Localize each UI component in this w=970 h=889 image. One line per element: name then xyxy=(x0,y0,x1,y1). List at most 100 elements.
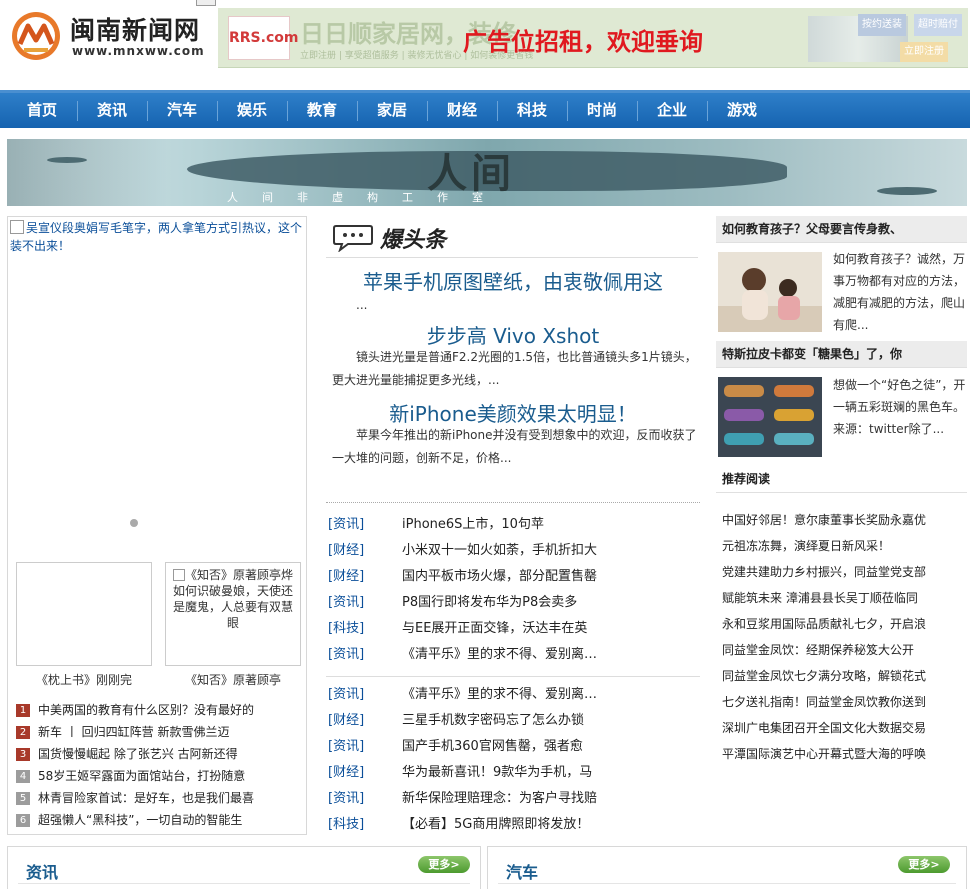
news-title[interactable]: 《清平乐》里的求不得、爱别离… xyxy=(402,647,597,662)
thumbnail-image[interactable]: 《知否》原著顾亭烨如何识破曼娘，天使还是魔鬼，人总要有双慧眼 xyxy=(165,562,301,666)
recommend-item[interactable]: 平潭国际演艺中心开幕式暨大海的呼唤 xyxy=(722,741,967,767)
ranking-item[interactable]: 4 58岁王姬罕露面为面馆站台，打扮随意 xyxy=(16,765,306,787)
news-item[interactable]: [资讯] 新华保险理赔理念：为客户寻找赔 xyxy=(328,786,700,812)
recommend-item[interactable]: 七夕送礼指南！同益堂金凤饮教你送到 xyxy=(722,689,967,715)
nav-item-fashion[interactable]: 时尚 xyxy=(567,93,637,128)
hero-fish-image xyxy=(877,187,937,195)
news-item[interactable]: [科技] 与EE展开正面交锋，沃达丰在英 xyxy=(328,616,700,642)
top-toggle[interactable] xyxy=(196,0,216,6)
news-item[interactable]: [资讯] iPhone6S上市，10句苹 xyxy=(328,512,700,538)
news-category[interactable]: [资讯] xyxy=(328,512,402,538)
headline-title[interactable]: 步步高 Vivo Xshot xyxy=(326,320,700,349)
nav-item-business[interactable]: 企业 xyxy=(637,93,707,128)
more-button[interactable]: 更多> xyxy=(418,856,470,873)
hero-banner[interactable]: 人间 人间非虚构工作室 xyxy=(7,139,967,206)
section-box-auto: 汽车 更多> xyxy=(487,846,967,889)
news-category[interactable]: [科技] xyxy=(328,616,402,642)
ranking-item[interactable]: 1 中美两国的教育有什么区别？没有最好的 xyxy=(16,699,306,721)
news-category[interactable]: [财经] xyxy=(328,708,402,734)
rank-number: 4 xyxy=(16,770,30,783)
ranking-item[interactable]: 3 国货慢慢崛起 除了张艺兴 古阿新还得 xyxy=(16,743,306,765)
news-title[interactable]: 《清平乐》里的求不得、爱别离… xyxy=(402,687,597,702)
side-card-title[interactable]: 如何教育孩子？父母要言传身教、 xyxy=(716,216,967,243)
section-box-divider xyxy=(18,883,470,884)
recommend-item[interactable]: 元祖冻冻舞，演绎夏日新风采！ xyxy=(722,533,967,559)
side-card-title[interactable]: 特斯拉皮卡都变「糖果色」了，你 xyxy=(716,341,967,368)
banner-rrs-logo: RRS.com xyxy=(228,16,298,60)
banner-ad-text: 广告位招租，欢迎垂询 xyxy=(463,28,703,56)
news-title[interactable]: 新华保险理赔理念：为客户寻找赔 xyxy=(402,791,597,806)
news-title[interactable]: 与EE展开正面交锋，沃达丰在英 xyxy=(402,621,587,636)
news-title[interactable]: 国产手机360官网售罄，强者愈 xyxy=(402,739,583,754)
nav-item-games[interactable]: 游戏 xyxy=(707,93,777,128)
news-item[interactable]: [财经] 小米双十一如火如荼，手机折扣大 xyxy=(328,538,700,564)
nav-item-tech[interactable]: 科技 xyxy=(497,93,567,128)
section-box-title[interactable]: 汽车 xyxy=(506,859,538,883)
nav-item-auto[interactable]: 汽车 xyxy=(147,93,217,128)
news-item[interactable]: [资讯] 《清平乐》里的求不得、爱别离… xyxy=(328,682,700,708)
ad-banner[interactable]: RRS.com 日日顺家居网，装修 立即注册 | 享受超值服务 | 装修无忧省心… xyxy=(218,8,968,68)
thumbnail-caption[interactable]: 《知否》原著顾亭 xyxy=(165,671,301,688)
headline-title[interactable]: 苹果手机原图壁纸，由衷敬佩用这 xyxy=(326,266,700,295)
news-item[interactable]: [资讯] 国产手机360官网售罄，强者愈 xyxy=(328,734,700,760)
banner-button-1[interactable]: 按约送装 xyxy=(858,14,906,36)
recommend-item[interactable]: 永和豆浆用国际品质献礼七夕，开启浪 xyxy=(722,611,967,637)
news-category[interactable]: [资讯] xyxy=(328,734,402,760)
news-category[interactable]: [财经] xyxy=(328,538,402,564)
section-box-title[interactable]: 资讯 xyxy=(26,859,58,883)
more-button[interactable]: 更多> xyxy=(898,856,950,873)
nav-item-home-living[interactable]: 家居 xyxy=(357,93,427,128)
nav-item-home[interactable]: 首页 xyxy=(7,93,77,128)
nav-item-finance[interactable]: 财经 xyxy=(427,93,497,128)
news-item[interactable]: [资讯] P8国行即将发布华为P8会卖多 xyxy=(328,590,700,616)
thumbnail-caption[interactable]: 《枕上书》刚刚完 xyxy=(16,671,152,688)
site-logo[interactable]: 闽南新闻网 www.mnxww.com xyxy=(6,8,208,66)
ranking-item[interactable]: 6 超强懒人“黑科技”，一切自动的智能生 xyxy=(16,809,306,831)
slideshow-caption[interactable]: 吴宣仪段奥娟写毛笔字，两人拿笔方式引热议，这个装不出来！ xyxy=(10,219,302,255)
colorful-cars-photo[interactable] xyxy=(718,377,822,457)
news-item[interactable]: [财经] 国内平板市场火爆，部分配置售罄 xyxy=(328,564,700,590)
slideshow-dot[interactable] xyxy=(130,519,138,527)
headline-desc: 镜头进光量是普通F2.2光圈的1.5倍，也比普通镜头多1片镜头，更大进光量能捕捉… xyxy=(332,350,697,387)
thumbnail-alt-text: 《知否》原著顾亭烨如何识破曼娘，天使还是魔鬼，人总要有双慧眼 xyxy=(172,568,293,630)
ranking-item[interactable]: 2 新车 丨 回归四缸阵营 新款雪佛兰迈 xyxy=(16,721,306,743)
section-divider xyxy=(326,257,698,258)
news-category[interactable]: [财经] xyxy=(328,760,402,786)
nav-item-news[interactable]: 资讯 xyxy=(77,93,147,128)
news-item[interactable]: [科技] 【必看】5G商用牌照即将发放！ xyxy=(328,812,700,838)
nav-item-education[interactable]: 教育 xyxy=(287,93,357,128)
ranking-item[interactable]: 5 林青冒险家首试：是好车，也是我们最喜 xyxy=(16,787,306,809)
mother-child-photo[interactable] xyxy=(718,252,822,332)
news-title[interactable]: iPhone6S上市，10句苹 xyxy=(402,517,544,532)
recommend-item[interactable]: 赋能筑未来 漳浦县县长吴丁顺莅临同 xyxy=(722,585,967,611)
slideshow-caption-text: 吴宣仪段奥娟写毛笔字，两人拿笔方式引热议，这个装不出来！ xyxy=(10,221,303,253)
news-category[interactable]: [资讯] xyxy=(328,682,402,708)
main-nav: 首页 资讯 汽车 娱乐 教育 家居 财经 科技 时尚 企业 游戏 xyxy=(0,93,970,128)
recommend-item[interactable]: 同益堂金凤饮：经期保养秘笈大公开 xyxy=(722,637,967,663)
thumbnail-image[interactable] xyxy=(16,562,152,666)
news-category[interactable]: [科技] xyxy=(328,812,402,838)
news-item[interactable]: [财经] 华为最新喜讯！9款华为手机，马 xyxy=(328,760,700,786)
news-category[interactable]: [资讯] xyxy=(328,590,402,616)
news-item[interactable]: [财经] 三星手机数字密码忘了怎么办锁 xyxy=(328,708,700,734)
news-title[interactable]: 国内平板市场火爆，部分配置售罄 xyxy=(402,569,597,584)
news-title[interactable]: 小米双十一如火如荼，手机折扣大 xyxy=(402,543,597,558)
news-category[interactable]: [资讯] xyxy=(328,786,402,812)
recommend-item[interactable]: 同益堂金凤饮七夕满分攻略，解锁花式 xyxy=(722,663,967,689)
news-item[interactable]: [资讯] 《清平乐》里的求不得、爱别离… xyxy=(328,642,700,668)
banner-button-3[interactable]: 立即注册 xyxy=(900,42,948,62)
news-category[interactable]: [资讯] xyxy=(328,642,402,668)
recommend-item[interactable]: 党建共建助力乡村振兴，同益堂党支部 xyxy=(722,559,967,585)
headline-title[interactable]: 新iPhone美颜效果太明显！ xyxy=(326,398,700,427)
news-title[interactable]: 华为最新喜讯！9款华为手机，马 xyxy=(402,765,592,780)
news-title[interactable]: P8国行即将发布华为P8会卖多 xyxy=(402,595,577,610)
nav-item-entertainment[interactable]: 娱乐 xyxy=(217,93,287,128)
news-title[interactable]: 三星手机数字密码忘了怎么办锁 xyxy=(402,713,584,728)
news-category[interactable]: [财经] xyxy=(328,564,402,590)
news-title[interactable]: 【必看】5G商用牌照即将发放！ xyxy=(402,817,589,832)
banner-button-2[interactable]: 超时赔付 xyxy=(914,14,962,36)
recommend-item[interactable]: 深圳广电集团召开全国文化大数据交易 xyxy=(722,715,967,741)
side-card-text: 想做一个“好色之徒”，开一辆五彩斑斓的黑色车。来源：twitter除了... xyxy=(833,378,966,436)
recommend-item[interactable]: 中国好邻居！意尔康董事长奖励永嘉优 xyxy=(722,507,967,533)
ranking-title: 58岁王姬罕露面为面馆站台，打扮随意 xyxy=(38,769,246,783)
